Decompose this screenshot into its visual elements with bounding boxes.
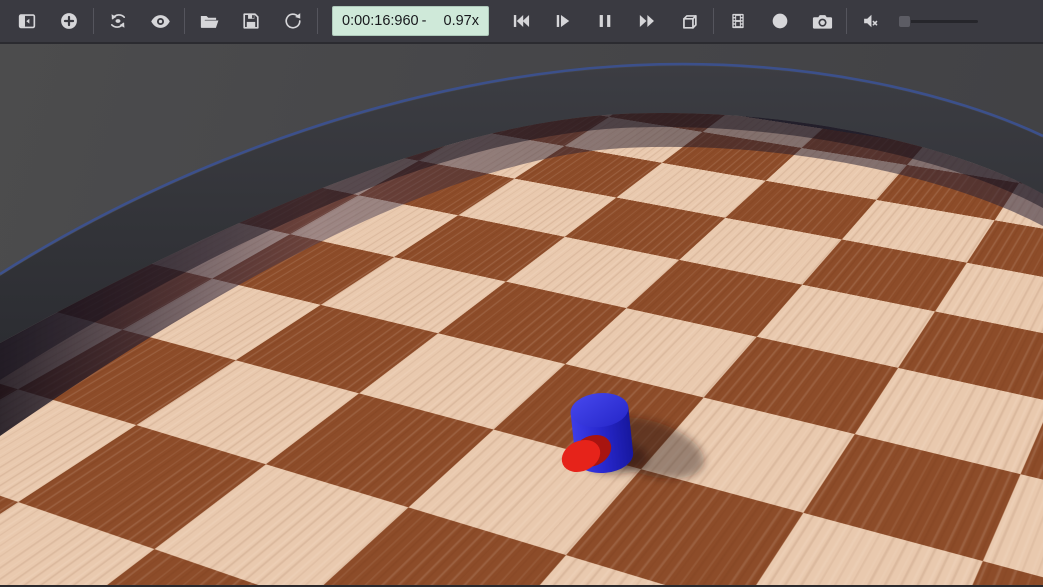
time-speed-separator: - [422,13,427,29]
volume-slider-track[interactable] [900,20,978,23]
toolbar: 0:00:16:960 - 0.97x [0,0,1043,44]
checkerboard-texture [0,44,1043,585]
take-screenshot-button[interactable] [801,3,843,39]
fast-forward-icon [636,10,658,32]
pause-icon [594,10,616,32]
toolbar-separator [317,8,318,34]
sync-icon [107,10,129,32]
toggle-side-panel-button[interactable] [6,3,48,39]
reload-world-button[interactable] [272,3,314,39]
3d-viewport[interactable] [0,44,1043,585]
volume-slider-handle[interactable] [898,15,911,28]
step-button[interactable] [542,3,584,39]
toolbar-separator [846,8,847,34]
reset-simulation-button[interactable] [97,3,139,39]
plus-circle-icon [58,10,80,32]
add-node-button[interactable] [48,3,90,39]
skip-to-start-button[interactable] [500,3,542,39]
step-icon [552,10,574,32]
arena-floor [0,44,1043,585]
film-icon [727,10,749,32]
toggle-sound-button[interactable] [850,3,892,39]
toggle-3d-scene-button[interactable] [668,3,710,39]
make-movie-button[interactable] [717,3,759,39]
toolbar-separator [93,8,94,34]
fast-forward-button[interactable] [626,3,668,39]
toolbar-separator [713,8,714,34]
floppy-icon [240,10,262,32]
folder-icon [198,10,221,33]
simulation-speed: 0.97x [444,13,479,29]
open-world-button[interactable] [188,3,230,39]
simulation-time-display: 0:00:16:960 - 0.97x [332,6,489,36]
app-window: 0:00:16:960 - 0.97x [0,0,1043,587]
panel-toggle-icon [16,10,38,32]
save-world-button[interactable] [230,3,272,39]
pause-button[interactable] [584,3,626,39]
eye-icon [149,10,172,33]
camera-icon [811,10,834,33]
record-button[interactable] [759,3,801,39]
skip-start-icon [510,10,532,32]
toolbar-separator [184,8,185,34]
change-view-button[interactable] [139,3,181,39]
volume-slider[interactable] [900,20,978,23]
record-icon [769,10,791,32]
reload-icon [282,10,304,32]
simulation-time: 0:00:16:960 [342,13,419,29]
speaker-muted-icon [860,10,882,32]
cube-icon [678,10,701,33]
